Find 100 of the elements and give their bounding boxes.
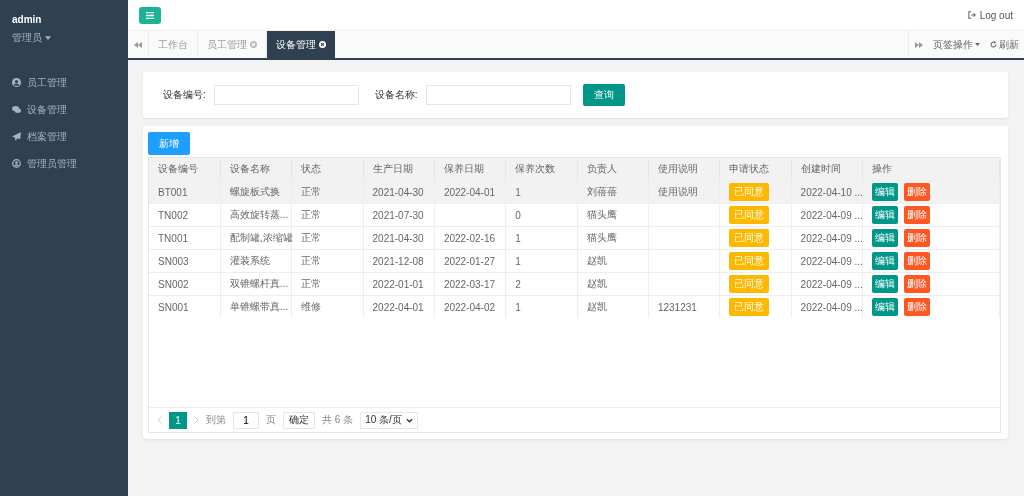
table-cell: 2 xyxy=(515,278,521,290)
table-cell: 2022-02-16 xyxy=(443,232,496,244)
table-row[interactable]: SN003 灌装系统 正常 2021-12-08 2022-01-27 1 赵凯 已同意 2022-04-09 ... 编辑 删除 xyxy=(149,249,1000,273)
refresh-button[interactable]: 刷新 xyxy=(985,31,1024,58)
table-cell: TN002 xyxy=(158,209,188,221)
input-field[interactable] xyxy=(213,85,359,105)
delete-button[interactable]: 删除 xyxy=(904,183,930,201)
double-right-icon xyxy=(914,41,923,48)
edit-button[interactable]: 编辑 xyxy=(872,275,898,293)
table-cell: 刘蓓蓓 xyxy=(586,186,617,197)
user-role-dropdown[interactable]: 管理员 xyxy=(12,31,116,45)
page-input-field[interactable]: 1 xyxy=(233,411,259,429)
table-cell: SN002 xyxy=(158,278,189,290)
refresh-icon xyxy=(990,41,997,48)
table-cell: 正常 xyxy=(301,186,322,197)
column-header: 负责人 xyxy=(577,158,649,181)
chevron-left-icon xyxy=(157,416,162,424)
table-cell: 2022-04-09 ... xyxy=(800,232,863,244)
status-badge: 已同意 xyxy=(729,206,770,224)
table-cell: 1231231 xyxy=(657,301,697,313)
table-cell: 高效旋转蒸... xyxy=(229,209,289,220)
edit-button[interactable]: 编辑 xyxy=(872,183,898,201)
tab-actions-dropdown[interactable]: 页签操作 xyxy=(928,31,985,58)
logout-link[interactable]: Log out xyxy=(967,9,1013,21)
column-header: 状态 xyxy=(291,158,364,181)
sidebar-item[interactable]: 管理员管理 xyxy=(0,150,128,177)
table-cell: 0 xyxy=(515,209,521,221)
table-cell: 1 xyxy=(515,186,521,198)
user-name: admin xyxy=(12,14,43,25)
table-cell: 猫头鹰 xyxy=(586,209,617,220)
column-header: 使用说明 xyxy=(648,158,720,181)
table-cell: 1 xyxy=(515,232,521,244)
table-cell: 2022-04-01 xyxy=(443,186,496,198)
page-size-select[interactable]: 10 条/页 xyxy=(360,411,418,429)
status-badge: 已同意 xyxy=(729,275,770,293)
table-cell: 单锥螺带真... xyxy=(229,301,289,312)
delete-button[interactable]: 删除 xyxy=(904,275,930,293)
delete-button[interactable]: 删除 xyxy=(904,229,930,247)
table-cell: 猫头鹰 xyxy=(586,232,617,243)
field-label: 设备编号: xyxy=(163,88,206,102)
field-label: 设备名称: xyxy=(374,88,418,102)
sidebar-label: 设备管理 xyxy=(27,102,67,117)
caret-icon xyxy=(975,43,980,46)
edit-button[interactable]: 编辑 xyxy=(872,252,898,270)
double-left-icon xyxy=(134,41,142,48)
prev-page-button[interactable] xyxy=(157,416,162,424)
column-header: 设备名称 xyxy=(220,158,292,181)
table-row[interactable]: BT001 螺旋板式换 正常 2021-04-30 2022-04-01 1 刘蓓蓓 使用说明 已同意 2022-04-10 ... 编辑 删除 xyxy=(149,180,1000,204)
delete-button[interactable]: 删除 xyxy=(904,252,930,270)
table-cell: BT001 xyxy=(158,186,188,198)
chevron-right-icon xyxy=(194,416,199,424)
sidebar-item[interactable]: 档案管理 xyxy=(0,123,128,150)
edit-button[interactable]: 编辑 xyxy=(872,229,898,247)
user-circle-icon xyxy=(12,78,21,87)
logout-icon xyxy=(967,11,976,19)
table-cell: 正常 xyxy=(301,278,322,289)
page-tab[interactable]: 设备管理 xyxy=(266,31,335,58)
menu-icon xyxy=(146,11,154,19)
table-cell: 赵凯 xyxy=(586,301,607,312)
table-cell: 赵凯 xyxy=(586,255,607,266)
table-row[interactable]: SN001 单锥螺带真... 维修 2022-04-01 2022-04-02 1 赵凯 1231231 已同意 2022-04-09 ... 编辑 删除 xyxy=(149,295,1000,318)
sidebar-item[interactable]: 员工管理 xyxy=(0,69,128,96)
table-cell: 2022-03-17 xyxy=(443,278,496,290)
table-cell: SN003 xyxy=(158,255,189,267)
confirm-button[interactable]: 确定 xyxy=(283,411,315,429)
delete-button[interactable]: 删除 xyxy=(904,298,930,316)
goto-label: 到第 xyxy=(206,413,226,427)
table-cell: 2022-04-09 ... xyxy=(800,255,863,267)
add-button[interactable]: 新增 xyxy=(148,132,190,155)
table-cell: 2022-04-10 ... xyxy=(800,186,863,198)
table-cell: 1 xyxy=(515,301,521,313)
column-header: 设备编号 xyxy=(149,158,221,181)
table-cell: 2021-12-08 xyxy=(372,255,424,267)
table-cell: 维修 xyxy=(301,301,322,312)
input-field[interactable] xyxy=(425,85,571,105)
page-number[interactable]: 1 xyxy=(169,411,187,429)
table-cell: TN001 xyxy=(158,232,188,244)
edit-button[interactable]: 编辑 xyxy=(872,206,898,224)
table-cell: 正常 xyxy=(301,209,322,220)
menu-button[interactable] xyxy=(139,6,161,24)
page-tab[interactable]: 工作台 xyxy=(148,31,197,58)
chat-bubbles-icon xyxy=(12,105,21,114)
table-row[interactable]: TN002 高效旋转蒸... 正常 2021-07-30 0 猫头鹰 已同意 2022-04-09 ... 编辑 删除 xyxy=(149,203,1000,227)
table-row[interactable]: SN002 双锥螺杆真... 正常 2022-01-01 2022-03-17 2 赵凯 已同意 2022-04-09 ... 编辑 删除 xyxy=(149,272,1000,296)
sidebar-label: 管理员管理 xyxy=(27,156,77,171)
next-page-button[interactable] xyxy=(194,416,199,424)
total-count: 共 6 条 xyxy=(322,413,354,427)
column-header: 生产日期 xyxy=(363,158,435,181)
table-row[interactable]: TN001 配制罐,浓缩罐 正常 2021-04-30 2022-02-16 1 猫头鹰 已同意 2022-04-09 ... 编辑 删除 xyxy=(149,226,1000,250)
sidebar-item[interactable]: 设备管理 xyxy=(0,96,128,123)
search-button[interactable]: 查询 xyxy=(582,84,625,106)
status-badge: 已同意 xyxy=(729,298,770,316)
edit-button[interactable]: 编辑 xyxy=(872,298,898,316)
table-cell: 正常 xyxy=(301,232,322,243)
account-icon xyxy=(12,159,21,168)
sidebar-label: 员工管理 xyxy=(27,75,67,90)
delete-button[interactable]: 删除 xyxy=(904,206,930,224)
column-header: 创建时间 xyxy=(791,158,863,181)
close-icon[interactable] xyxy=(319,41,326,48)
table-cell: 灌装系统 xyxy=(229,255,270,266)
